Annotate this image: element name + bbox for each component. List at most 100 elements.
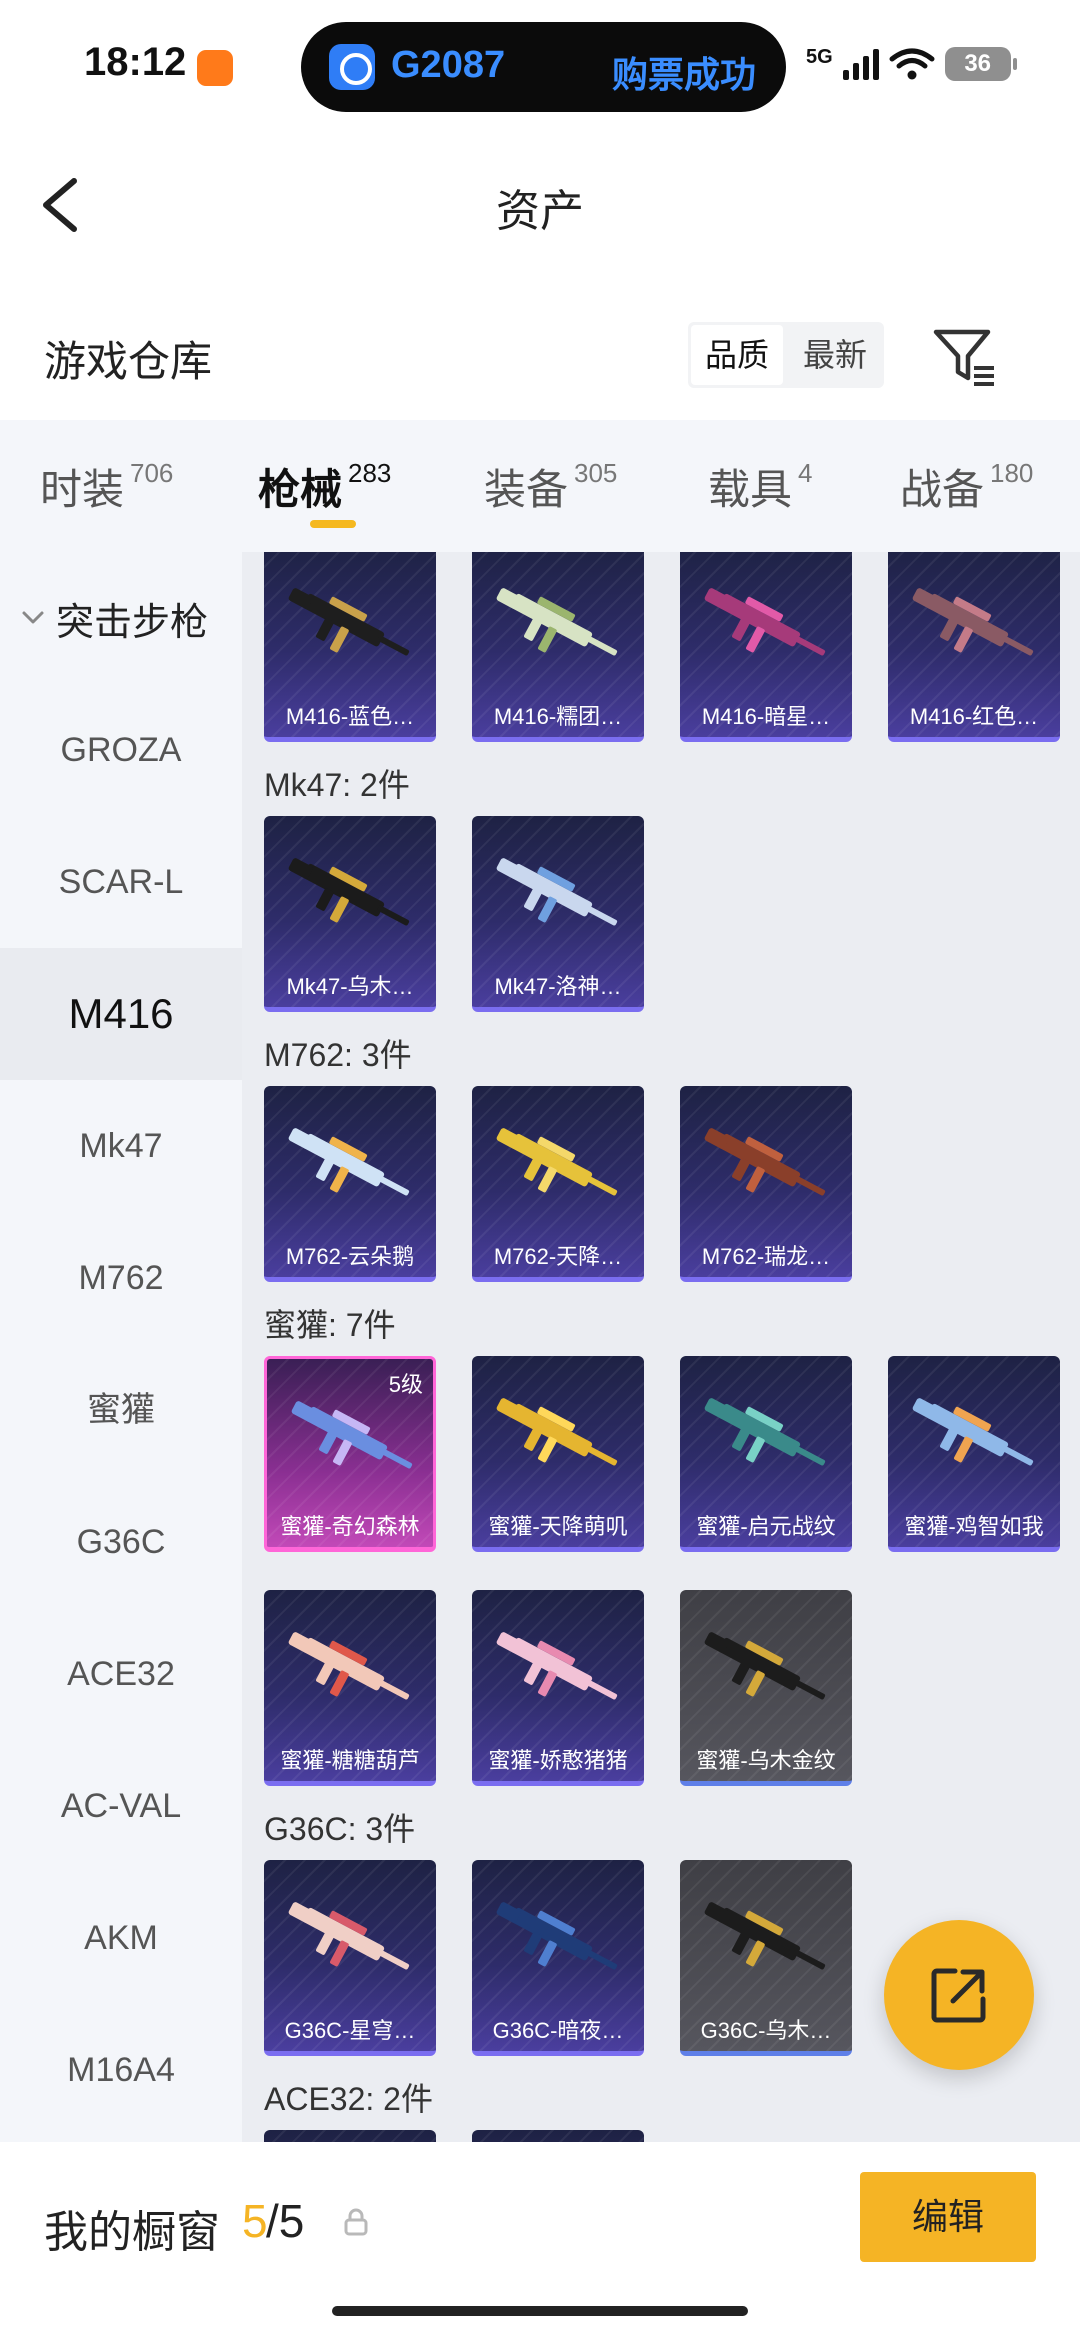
weapon-image: [288, 858, 410, 926]
weapon-image: [288, 588, 410, 656]
weapon-group-label: Mk47: 2件: [264, 767, 410, 803]
card-pattern: [264, 2130, 436, 2142]
category-item[interactable]: AKM: [0, 1872, 242, 2004]
skin-card[interactable]: 5级蜜獾-奇幻森林: [264, 1356, 436, 1552]
card-pattern: [472, 2130, 644, 2142]
skin-name: M762-瑞龙…: [701, 1244, 831, 1269]
skin-card[interactable]: M416-红色…: [888, 552, 1060, 742]
skin-card[interactable]: 蜜獾-糖糖葫芦: [264, 1590, 436, 1786]
chevron-down-icon: [22, 611, 44, 624]
wifi-icon: [889, 48, 935, 80]
skin-name: 蜜獾-天降萌叽: [488, 1514, 628, 1539]
skin-card[interactable]: [264, 2130, 436, 2142]
skin-name: M416-蓝色…: [285, 704, 415, 729]
filter-icon[interactable]: [930, 322, 1000, 392]
skin-card[interactable]: G36C-星穹…: [264, 1860, 436, 2056]
weapon-image: [496, 588, 618, 656]
sort-quality-button[interactable]: 品质: [691, 325, 783, 385]
weapon-image: [496, 1128, 618, 1196]
skin-level-badge: 5级: [388, 1372, 423, 1397]
skin-card[interactable]: M762-瑞龙…: [680, 1086, 852, 1282]
skin-grid: M416-蓝色… M416-糯团… M416-暗星… M416-红色… Mk47: 2件…: [242, 552, 1080, 2142]
weapon-category-list: 突击步枪 GROZA SCAR-L M416 Mk47 M762 蜜獾 G36C…: [0, 552, 242, 2142]
weapon-group-label: M762: 3件: [264, 1037, 412, 1073]
category-item[interactable]: AC-VAL: [0, 1740, 242, 1872]
skin-name: M416-糯团…: [493, 704, 623, 729]
skin-name: 蜜獾-奇幻森林: [280, 1514, 420, 1539]
skin-card[interactable]: Mk47-乌木…: [264, 816, 436, 1012]
showcase-used-count: 5: [242, 2195, 268, 2247]
tab-tactical[interactable]: 战备 180: [900, 456, 1033, 517]
weapon-image: [288, 1902, 410, 1970]
skin-card[interactable]: [472, 2130, 644, 2142]
weapon-group-label: G36C: 3件: [264, 1811, 416, 1847]
skin-name: M762-云朵鹅: [285, 1244, 415, 1269]
page-title: 资产: [496, 187, 584, 236]
weapon-image: [912, 588, 1034, 656]
weapon-group-label: ACE32: 2件: [264, 2081, 433, 2117]
status-indicators: 5G 36: [806, 44, 1017, 84]
tab-fashion[interactable]: 时装 706: [40, 456, 173, 517]
edit-button[interactable]: 编辑: [860, 2172, 1036, 2262]
skin-card[interactable]: M416-糯团…: [472, 552, 644, 742]
skin-name: G36C-乌木…: [700, 2018, 832, 2043]
skin-name: M416-暗星…: [701, 704, 831, 729]
tab-vehicles[interactable]: 载具 4: [708, 456, 812, 517]
skin-card[interactable]: M762-云朵鹅: [264, 1086, 436, 1282]
category-item[interactable]: 蜜獾: [0, 1344, 242, 1476]
home-indicator[interactable]: [332, 2306, 748, 2316]
weapon-image: [704, 588, 826, 656]
bottom-bar: 我的橱窗 5 /5 编辑: [0, 2142, 1080, 2339]
category-item[interactable]: M16A4: [0, 2004, 242, 2136]
skin-card[interactable]: G36C-暗夜…: [472, 1860, 644, 2056]
status-bar: 18:12 G2087 购票成功 5G 36: [0, 0, 1080, 135]
weapon-image: [496, 1632, 618, 1700]
skin-card[interactable]: Mk47-洛神…: [472, 816, 644, 1012]
category-item[interactable]: ACE32: [0, 1608, 242, 1740]
category-item[interactable]: M762: [0, 1212, 242, 1344]
skin-card[interactable]: 蜜獾-娇憨猪猪: [472, 1590, 644, 1786]
category-item-selected[interactable]: M416: [0, 948, 242, 1080]
category-item[interactable]: GROZA: [0, 684, 242, 816]
sort-newest-button[interactable]: 最新: [786, 322, 884, 388]
skin-card[interactable]: M416-蓝色…: [264, 552, 436, 742]
category-item[interactable]: SCAR-L: [0, 816, 242, 948]
skin-card[interactable]: G36C-乌木…: [680, 1860, 852, 2056]
weapon-image: [704, 1128, 826, 1196]
lock-icon: [344, 2208, 368, 2236]
tab-equipment[interactable]: 装备 305: [484, 456, 617, 517]
skin-name: G36C-星穹…: [284, 2018, 416, 2043]
skin-card[interactable]: 蜜獾-天降萌叽: [472, 1356, 644, 1552]
skin-card[interactable]: 蜜獾-乌木金纹: [680, 1590, 852, 1786]
live-activity-island[interactable]: G2087 购票成功: [301, 22, 786, 112]
railway-logo-icon: [329, 44, 375, 90]
skin-name: M762-天降…: [493, 1244, 623, 1269]
skin-name: 蜜獾-启元战纹: [696, 1514, 836, 1539]
network-type: 5G: [806, 45, 833, 68]
skin-name: M416-红色…: [909, 704, 1039, 729]
skin-card[interactable]: M762-天降…: [472, 1086, 644, 1282]
cellular-signal-icon: [842, 48, 879, 80]
weapon-image: [704, 1902, 826, 1970]
tab-firearms[interactable]: 枪械 283: [258, 456, 391, 517]
weapon-image: [288, 1632, 410, 1700]
category-tabs: 时装 706 枪械 283 装备 305 载具 4 战备 180: [0, 420, 1080, 552]
skin-name: G36C-暗夜…: [492, 2018, 624, 2043]
category-assault-rifles[interactable]: 突击步枪: [0, 552, 242, 684]
skin-card[interactable]: 蜜獾-鸡智如我: [888, 1356, 1060, 1552]
weapon-image: [291, 1401, 413, 1469]
battery-icon: 36: [944, 47, 1017, 81]
skin-card[interactable]: M416-暗星…: [680, 552, 852, 742]
weapon-image: [496, 1398, 618, 1466]
weapon-image: [912, 1398, 1034, 1466]
skin-card[interactable]: 蜜獾-启元战纹: [680, 1356, 852, 1552]
category-item[interactable]: G36C: [0, 1476, 242, 1608]
share-button[interactable]: [884, 1920, 1034, 2070]
skin-name: Mk47-乌木…: [286, 974, 414, 999]
weapon-image: [496, 1902, 618, 1970]
category-item[interactable]: Mk47: [0, 1080, 242, 1212]
sort-toggle: 品质 最新: [688, 322, 884, 388]
warehouse-title: 游戏仓库: [44, 338, 213, 385]
weapon-group-label: 蜜獾: 7件: [264, 1307, 396, 1343]
showcase-total-count: /5: [266, 2195, 305, 2247]
